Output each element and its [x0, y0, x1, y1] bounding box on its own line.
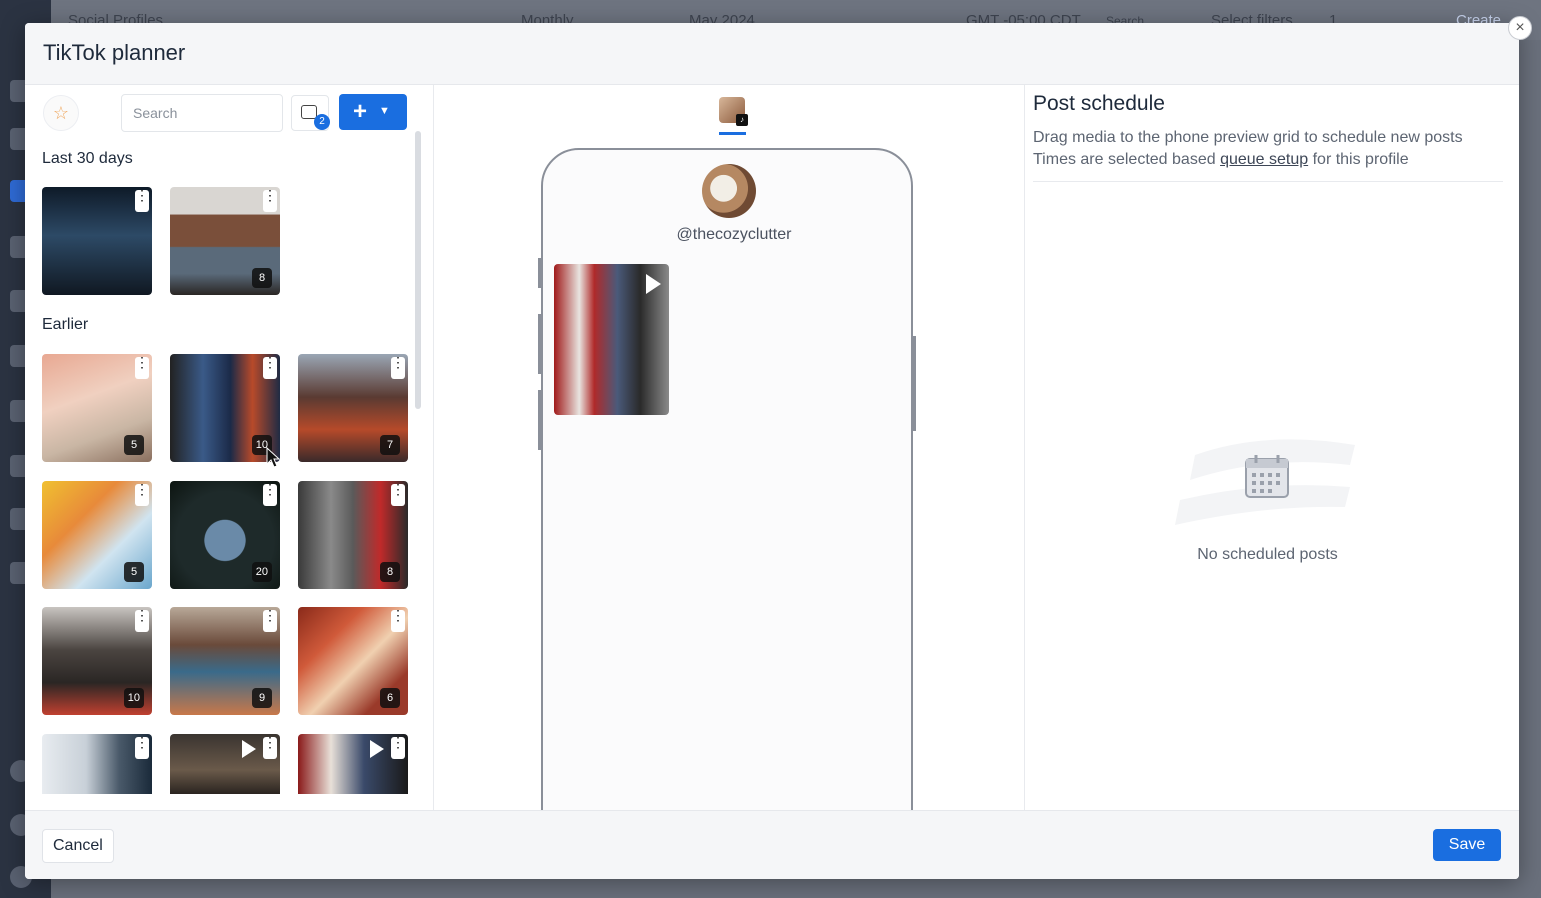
mouse-cursor-icon: [266, 447, 280, 468]
media-thumb[interactable]: ⋮ 20: [170, 481, 280, 589]
media-thumb[interactable]: ⋮ 9: [170, 607, 280, 715]
more-options-icon[interactable]: ⋮: [263, 735, 277, 759]
more-options-icon[interactable]: ⋮: [263, 355, 277, 379]
search-box: [121, 94, 283, 132]
media-count-badge: 20: [251, 562, 272, 582]
media-thumb[interactable]: ⋮ 5: [42, 354, 152, 462]
save-button[interactable]: Save: [1433, 829, 1501, 861]
add-media-button[interactable]: + ▼: [339, 94, 407, 130]
profile-avatar: [702, 164, 756, 218]
more-options-icon[interactable]: ⋮: [135, 482, 149, 506]
media-count-badge: 9: [252, 688, 272, 708]
more-options-icon[interactable]: ⋮: [135, 188, 149, 212]
more-options-icon[interactable]: ⋮: [391, 355, 405, 379]
phone-preview-pane: ♪ @thecozyclutter: [434, 85, 1025, 848]
media-thumb[interactable]: ⋮ 10: [42, 607, 152, 715]
more-options-icon[interactable]: ⋮: [263, 482, 277, 506]
media-thumb[interactable]: ⋮ 5: [42, 481, 152, 589]
filter-count-badge: 2: [314, 114, 330, 130]
filter-button[interactable]: 2: [291, 95, 330, 131]
media-scrollbar[interactable]: [415, 131, 421, 409]
media-thumb[interactable]: ⋮ 7: [298, 354, 408, 462]
chevron-down-icon: ▼: [379, 105, 390, 117]
desc-text: Times are selected based: [1033, 151, 1216, 168]
cancel-button[interactable]: Cancel: [42, 829, 114, 863]
search-input[interactable]: [131, 104, 275, 122]
profile-handle: @thecozyclutter: [676, 226, 792, 243]
media-count-badge: 8: [252, 268, 272, 288]
more-options-icon[interactable]: ⋮: [263, 608, 277, 632]
more-options-icon[interactable]: ⋮: [263, 188, 277, 212]
section-label-earlier: Earlier: [42, 316, 89, 333]
favorites-button[interactable]: ☆: [43, 95, 79, 131]
divider: [1033, 181, 1503, 182]
post-schedule-title: Post schedule: [1033, 92, 1165, 115]
phone-preview-frame: [541, 148, 913, 848]
profile-tab-indicator: [719, 132, 746, 135]
media-count-badge: 5: [124, 435, 144, 455]
media-thumb[interactable]: ⋮: [170, 734, 280, 794]
media-count-badge: 5: [124, 562, 144, 582]
tiktok-icon: ♪: [736, 114, 748, 126]
video-play-icon: [370, 740, 384, 758]
media-thumb[interactable]: ⋮ 8: [298, 481, 408, 589]
desc-text: for this profile: [1312, 151, 1409, 168]
plus-icon: +: [353, 98, 368, 125]
media-count-badge: 10: [123, 688, 144, 708]
calendar-icon: [1245, 455, 1289, 498]
star-icon: ☆: [52, 103, 70, 123]
modal-footer: Cancel Save: [25, 810, 1519, 879]
media-thumb[interactable]: ⋮: [298, 734, 408, 794]
post-schedule-pane: Post schedule Drag media to the phone pr…: [1025, 85, 1519, 811]
more-options-icon[interactable]: ⋮: [135, 608, 149, 632]
media-thumb[interactable]: ⋮ 6: [298, 607, 408, 715]
media-count-badge: 7: [380, 435, 400, 455]
post-schedule-description-2: Times are selected based queue setup for…: [1033, 151, 1409, 169]
more-options-icon[interactable]: ⋮: [135, 355, 149, 379]
video-play-icon: [646, 274, 661, 294]
modal-body: ☆ 2 + ▼ Last 30 days Earlier ⋮ ⋮ 8: [25, 85, 1519, 848]
more-options-icon[interactable]: ⋮: [391, 608, 405, 632]
media-count-badge: 8: [380, 562, 400, 582]
media-thumb[interactable]: ⋮ 10: [170, 354, 280, 462]
more-options-icon[interactable]: ⋮: [391, 482, 405, 506]
modal-header: TikTok planner: [25, 23, 1519, 85]
more-options-icon[interactable]: ⋮: [391, 735, 405, 759]
phone-grid-post[interactable]: [554, 264, 669, 415]
phone-side-button: [913, 336, 916, 431]
empty-state-text: No scheduled posts: [1197, 546, 1338, 563]
media-thumb[interactable]: ⋮ 8: [170, 187, 280, 295]
media-thumb[interactable]: ⋮: [42, 734, 152, 794]
more-options-icon[interactable]: ⋮: [135, 735, 149, 759]
media-count-badge: 6: [380, 688, 400, 708]
media-thumb[interactable]: ⋮: [42, 187, 152, 295]
video-play-icon: [242, 740, 256, 758]
media-library-pane: ☆ 2 + ▼ Last 30 days Earlier ⋮ ⋮ 8: [25, 85, 434, 811]
close-button[interactable]: ×: [1508, 16, 1532, 40]
post-schedule-description: Drag media to the phone preview grid to …: [1033, 129, 1463, 146]
tiktok-planner-modal: TikTok planner ☆ 2 + ▼ Last 30 days Earl…: [25, 23, 1519, 879]
modal-title: TikTok planner: [43, 40, 186, 65]
profile-tab[interactable]: ♪: [719, 97, 748, 126]
queue-setup-link[interactable]: queue setup: [1220, 151, 1308, 168]
section-label-recent: Last 30 days: [42, 150, 133, 167]
